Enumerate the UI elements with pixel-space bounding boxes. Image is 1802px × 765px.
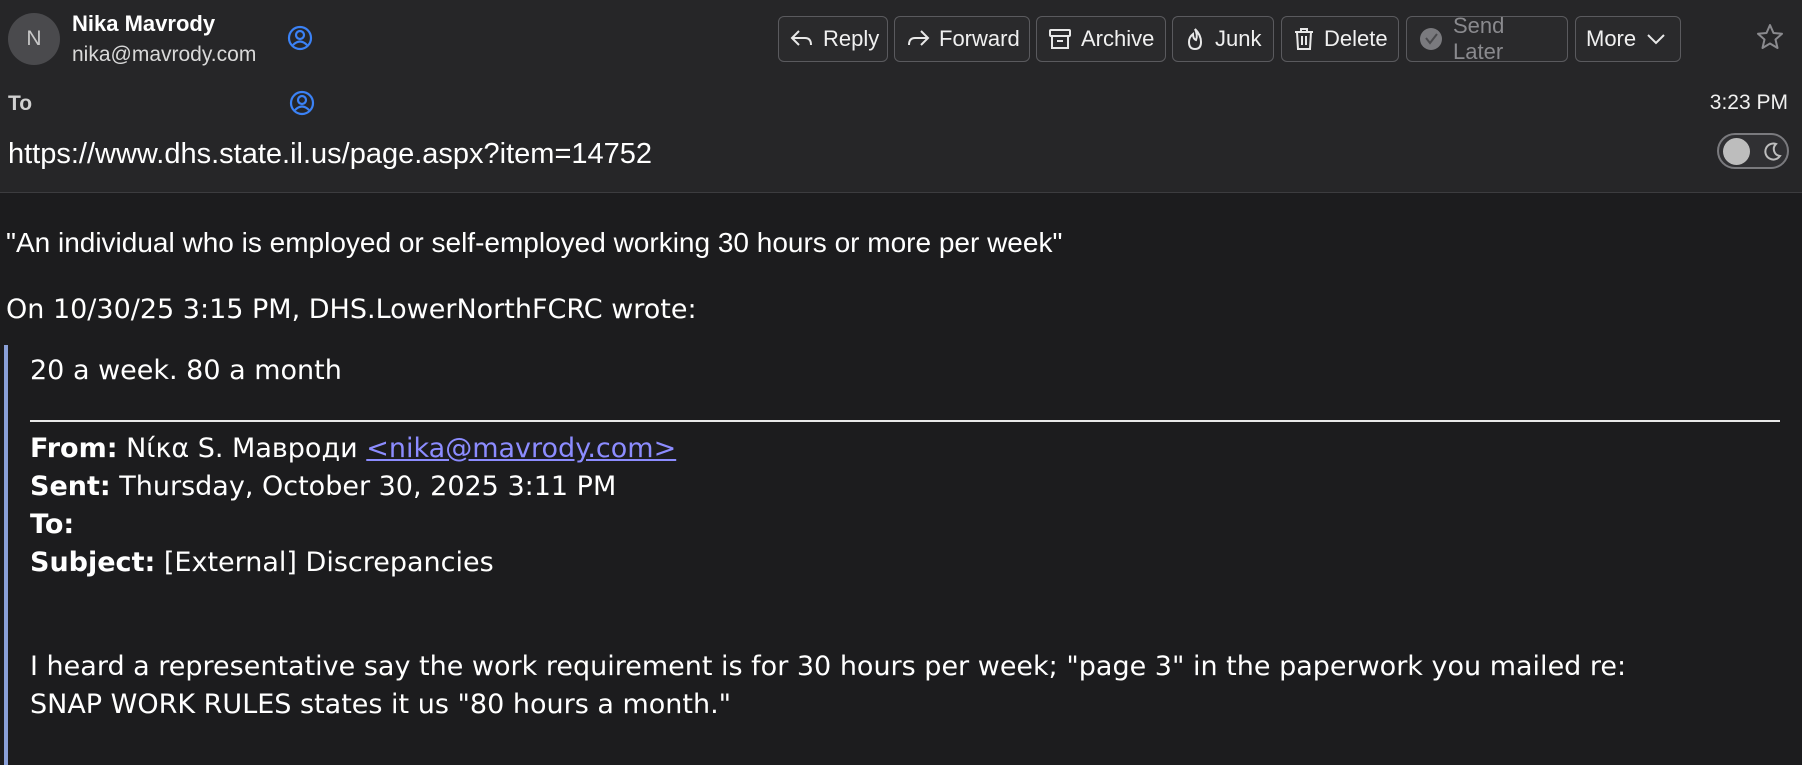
subject-label: Subject: (30, 547, 156, 578)
chevron-down-icon (1647, 34, 1665, 45)
to-label: To (8, 92, 33, 115)
flame-icon (1187, 28, 1203, 51)
message-body: "An individual who is employed or self-e… (0, 193, 1802, 765)
sender-email[interactable]: nika@mavrody.com (72, 43, 256, 67)
moon-icon (1764, 142, 1782, 161)
toggle-knob (1723, 138, 1750, 165)
junk-button[interactable]: Junk (1172, 16, 1274, 62)
to-header-label: To: (30, 509, 75, 540)
message-subject: https://www.dhs.state.il.us/page.aspx?it… (8, 138, 653, 170)
sent-line: Sent: Thursday, October 30, 2025 3:11 PM (30, 471, 616, 502)
archive-label: Archive (1081, 26, 1155, 51)
to-line: To: (30, 509, 74, 540)
reply-button[interactable]: Reply (778, 16, 888, 62)
forward-icon (908, 30, 930, 46)
reply-text: 20 a week. 80 a month (30, 355, 342, 386)
star-icon[interactable] (1755, 22, 1785, 52)
divider (30, 420, 1780, 422)
from-line: From: Νίκα S. Мавроди <nika@mavrody.com> (30, 433, 676, 464)
from-name: Νίκα S. Мавроди (126, 433, 358, 464)
contact-card-icon[interactable] (288, 89, 316, 117)
body-quote: "An individual who is employed or self-e… (6, 227, 1063, 258)
forward-button[interactable]: Forward (894, 16, 1030, 62)
archive-button[interactable]: Archive (1036, 16, 1166, 62)
send-later-label: Send Later (1453, 13, 1505, 64)
sent-value: Thursday, October 30, 2025 3:11 PM (119, 471, 617, 502)
trash-icon (1295, 28, 1313, 50)
forward-label: Forward (939, 26, 1020, 51)
subject-line: Subject: [External] Discrepancies (30, 547, 494, 578)
more-label: More (1586, 26, 1637, 51)
contact-card-icon[interactable] (286, 24, 314, 52)
avatar[interactable]: N (8, 13, 60, 65)
message-line-2: SNAP WORK RULES states it us "80 hours a… (30, 689, 732, 720)
from-email-link[interactable]: <nika@mavrody.com> (366, 433, 676, 464)
message-line-1: I heard a representative say the work re… (30, 651, 1627, 682)
reply-attribution: On 10/30/25 3:15 PM, DHS.LowerNorthFCRC … (6, 294, 697, 325)
sent-label: Sent: (30, 471, 111, 502)
message-time: 3:23 PM (1709, 91, 1788, 114)
junk-label: Junk (1215, 26, 1262, 51)
reply-label: Reply (823, 26, 880, 51)
reply-icon (790, 30, 812, 46)
subject-value: [External] Discrepancies (163, 547, 494, 578)
message-header: N Nika Mavrody nika@mavrody.com Reply Fo… (0, 0, 1802, 193)
avatar-initial: N (26, 27, 42, 50)
dark-mode-toggle[interactable] (1717, 133, 1789, 169)
archive-icon (1049, 29, 1071, 49)
sender-name[interactable]: Nika Mavrody (72, 11, 215, 37)
from-label: From: (30, 433, 118, 464)
delete-label: Delete (1324, 26, 1388, 51)
delete-button[interactable]: Delete (1281, 16, 1399, 62)
more-button[interactable]: More (1575, 16, 1681, 62)
quoted-message: 20 a week. 80 a month From: Νίκα S. Мавр… (4, 345, 1798, 765)
send-later-button[interactable]: Send Later (1406, 13, 1568, 64)
send-later-icon (1420, 28, 1442, 50)
